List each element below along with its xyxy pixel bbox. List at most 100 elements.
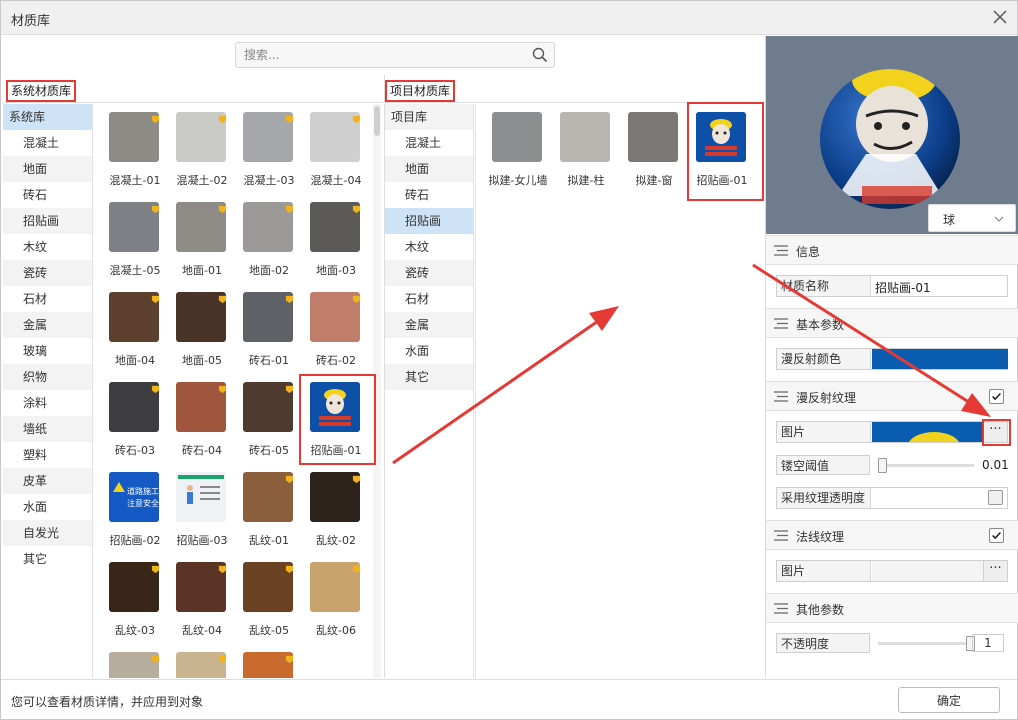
project-category-item[interactable]: 木纹 xyxy=(385,234,473,260)
system-material-tile[interactable]: 地面-04 xyxy=(102,292,168,368)
material-label: 混凝土-04 xyxy=(310,174,362,187)
project-material-tile[interactable]: 拟建-柱 xyxy=(553,112,619,188)
system-category-item[interactable]: 织物 xyxy=(3,364,92,390)
section-other-title: 其他参数 xyxy=(796,603,845,617)
system-material-tile[interactable]: 混凝土-02 xyxy=(169,112,235,188)
system-category-item[interactable]: 塑料 xyxy=(3,442,92,468)
cutout-threshold-slider[interactable] xyxy=(878,458,974,473)
project-category-item[interactable]: 混凝土 xyxy=(385,130,473,156)
search-icon[interactable] xyxy=(532,47,548,63)
system-category-item[interactable]: 水面 xyxy=(3,494,92,520)
system-category-item[interactable]: 金属 xyxy=(3,312,92,338)
system-material-tile[interactable]: 招贴画-03 xyxy=(169,472,235,548)
section-normal-texture[interactable]: 法线纹理 xyxy=(766,520,1018,550)
system-category-item[interactable]: 木纹 xyxy=(3,234,92,260)
material-label: 地面-05 xyxy=(182,354,222,367)
system-category-item[interactable]: 砖石 xyxy=(3,182,92,208)
preview-shape-select[interactable]: 球 xyxy=(928,204,1016,232)
search-box[interactable] xyxy=(235,42,555,68)
normal-texture-checkbox[interactable] xyxy=(989,528,1004,543)
opacity-slider[interactable] xyxy=(878,636,975,651)
system-material-tile[interactable]: 地面-01 xyxy=(169,202,235,278)
system-category-item[interactable]: 招贴画 xyxy=(3,208,92,234)
section-info[interactable]: 信息 xyxy=(766,235,1018,265)
normal-image-label: 图片 xyxy=(777,561,871,581)
opacity-value[interactable]: 1 xyxy=(972,634,1004,652)
slider-knob[interactable] xyxy=(878,458,887,473)
project-material-tile[interactable]: 拟建-窗 xyxy=(621,112,687,188)
premium-badge-icon xyxy=(352,115,361,124)
material-label: 乱纹-02 xyxy=(316,534,356,547)
diffuse-texture-checkbox[interactable] xyxy=(989,389,1004,404)
project-category-item[interactable]: 招贴画 xyxy=(385,208,473,234)
system-category-item[interactable]: 墙纸 xyxy=(3,416,92,442)
search-input[interactable] xyxy=(244,46,524,64)
system-material-tile[interactable]: 乱纹-02 xyxy=(303,472,369,548)
diffuse-image-thumbnail[interactable] xyxy=(872,422,984,442)
ok-button[interactable]: 确定 xyxy=(898,687,1000,713)
system-material-tile[interactable]: 混凝土-05 xyxy=(102,202,168,278)
project-category-item[interactable]: 其它 xyxy=(385,364,473,390)
system-material-tile[interactable]: 乱纹-06 xyxy=(303,562,369,638)
system-material-tile[interactable]: 混凝土-01 xyxy=(102,112,168,188)
scrollbar-thumb[interactable] xyxy=(374,106,380,136)
title-bar: 材质库 xyxy=(1,1,1017,35)
system-material-tile[interactable]: 混凝土-03 xyxy=(236,112,302,188)
system-material-tile[interactable]: 砖石-05 xyxy=(236,382,302,458)
system-category-item[interactable]: 皮革 xyxy=(3,468,92,494)
section-basic[interactable]: 基本参数 xyxy=(766,308,1018,338)
premium-badge-icon xyxy=(352,295,361,304)
system-material-tile[interactable] xyxy=(169,652,235,678)
cutout-threshold-value[interactable]: 0.01 xyxy=(982,458,1009,472)
system-category-item[interactable]: 瓷砖 xyxy=(3,260,92,286)
system-material-tile[interactable]: 地面-02 xyxy=(236,202,302,278)
system-category-item[interactable]: 自发光 xyxy=(3,520,92,546)
premium-badge-icon xyxy=(151,205,160,214)
project-category-item[interactable]: 瓷砖 xyxy=(385,260,473,286)
project-category-item[interactable]: 石材 xyxy=(385,286,473,312)
project-category-item[interactable]: 砖石 xyxy=(385,182,473,208)
system-material-tile[interactable]: 乱纹-03 xyxy=(102,562,168,638)
material-name-field[interactable]: 招贴画-01 xyxy=(875,279,931,296)
project-category-item[interactable]: 项目库 xyxy=(385,104,473,130)
system-category-item[interactable]: 石材 xyxy=(3,286,92,312)
section-other[interactable]: 其他参数 xyxy=(766,593,1018,623)
system-material-tile[interactable]: 乱纹-01 xyxy=(236,472,302,548)
close-icon[interactable] xyxy=(991,8,1009,26)
diffuse-color-swatch[interactable] xyxy=(872,349,1008,369)
system-material-tile[interactable]: 混凝土-04 xyxy=(303,112,369,188)
normal-image-thumbnail[interactable] xyxy=(872,561,984,581)
use-texture-alpha-row: 采用纹理透明度 xyxy=(776,487,1008,509)
system-material-tile[interactable]: 砖石-02 xyxy=(303,292,369,368)
premium-badge-icon xyxy=(218,565,227,574)
system-category-item[interactable]: 混凝土 xyxy=(3,130,92,156)
project-category-item[interactable]: 水面 xyxy=(385,338,473,364)
system-material-tile[interactable] xyxy=(102,652,168,678)
material-name-label: 材质名称 xyxy=(777,276,871,296)
system-material-tile[interactable]: 砖石-01 xyxy=(236,292,302,368)
system-material-tile[interactable]: 地面-05 xyxy=(169,292,235,368)
project-category-item[interactable]: 金属 xyxy=(385,312,473,338)
system-category-item[interactable]: 涂料 xyxy=(3,390,92,416)
system-category-item[interactable]: 其它 xyxy=(3,546,92,572)
system-material-tile[interactable] xyxy=(236,652,302,678)
material-label: 地面-02 xyxy=(249,264,289,277)
material-label: 砖石-05 xyxy=(249,444,289,457)
system-category-item[interactable]: 玻璃 xyxy=(3,338,92,364)
project-category-item[interactable]: 地面 xyxy=(385,156,473,182)
premium-badge-icon xyxy=(218,655,227,664)
material-label: 混凝土-05 xyxy=(109,264,161,277)
system-material-tile[interactable]: 砖石-03 xyxy=(102,382,168,458)
system-material-tile[interactable]: 乱纹-05 xyxy=(236,562,302,638)
system-material-tile[interactable]: 地面-03 xyxy=(303,202,369,278)
section-diffuse-texture[interactable]: 漫反射纹理 xyxy=(766,381,1018,411)
system-material-tile[interactable]: 砖石-04 xyxy=(169,382,235,458)
system-category-item[interactable]: 系统库 xyxy=(3,104,92,130)
project-material-tile[interactable]: 拟建-女儿墙 xyxy=(485,112,551,188)
system-category-item[interactable]: 地面 xyxy=(3,156,92,182)
system-material-tile[interactable]: 乱纹-04 xyxy=(169,562,235,638)
system-material-tile[interactable]: 道路施工 注意安全 招贴画-02 xyxy=(102,472,168,548)
section-diffuse-texture-title: 漫反射纹理 xyxy=(796,391,857,405)
use-texture-alpha-checkbox[interactable] xyxy=(988,490,1003,505)
normal-image-more-button[interactable]: ··· xyxy=(983,561,1007,581)
